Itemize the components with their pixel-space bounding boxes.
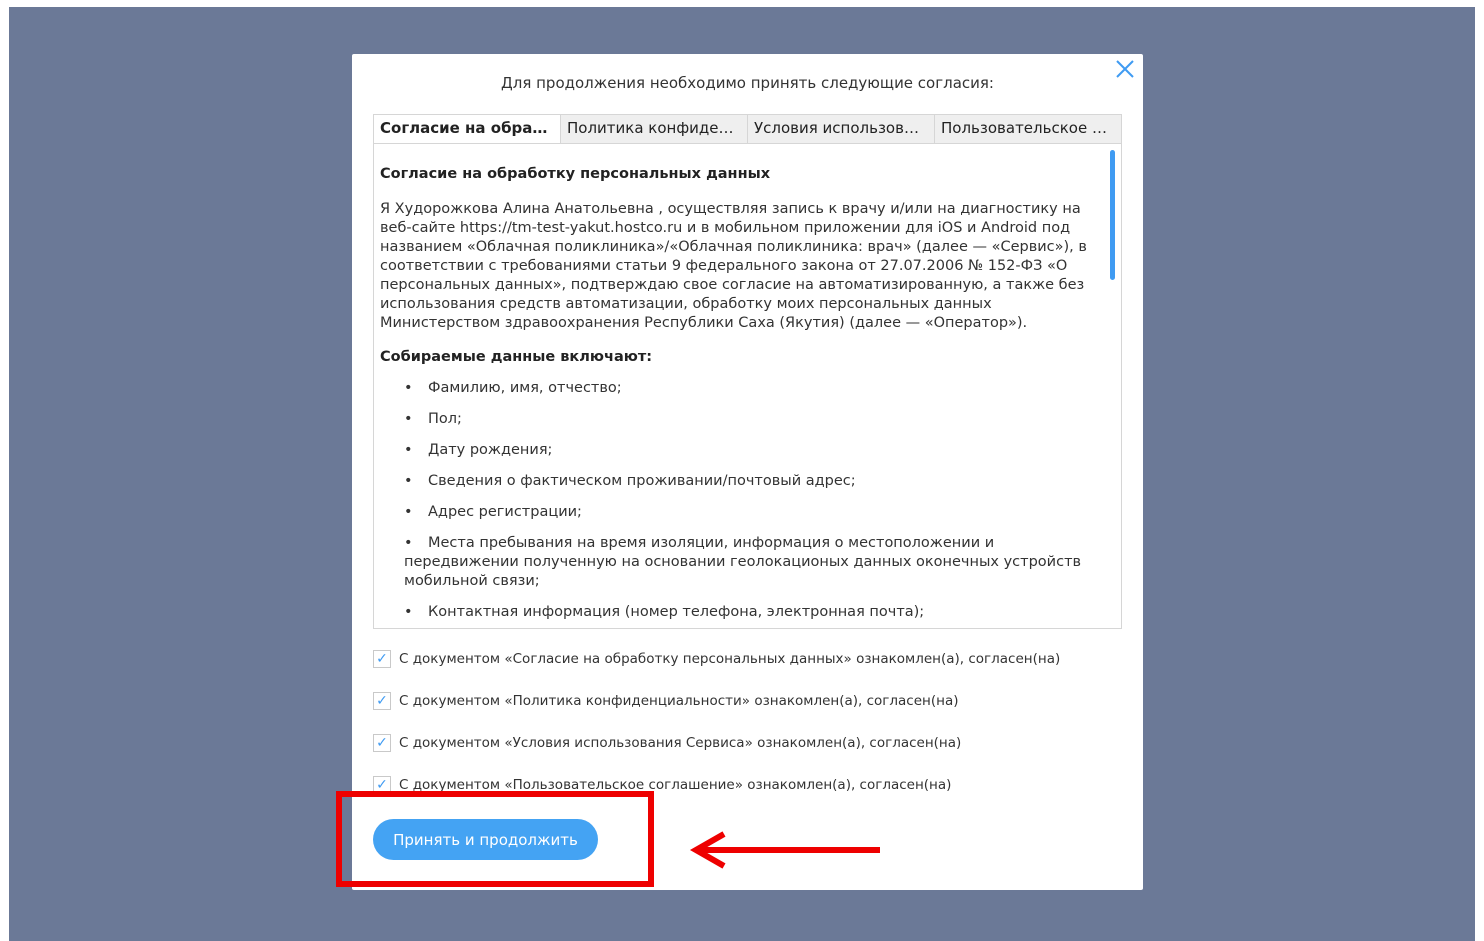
checkmark-icon: ✓ <box>376 693 388 709</box>
list-item: Контактная информация (номер телефона, э… <box>404 603 1111 622</box>
checkbox-terms-of-use[interactable]: ✓ <box>373 734 391 752</box>
list-item: Сведения о фактическом проживании/почтов… <box>404 472 1111 491</box>
list-item: Адрес регистрации; <box>404 503 1111 522</box>
list-item: Фамилию, имя, отчество; <box>404 379 1111 398</box>
tab-bar: Согласие на обработку персональных данны… <box>373 114 1122 143</box>
consent-modal: Для продолжения необходимо принять следу… <box>352 54 1143 890</box>
scrollbar-thumb[interactable] <box>1110 150 1115 280</box>
document-paragraph: Я Худорожкова Алина Анатольевна , осущес… <box>380 201 1087 331</box>
checkmark-icon: ✓ <box>376 651 388 667</box>
agreement-privacy-policy[interactable]: ✓ С документом «Политика конфиденциально… <box>373 692 959 710</box>
tab-privacy-policy[interactable]: Политика конфиденциальности <box>560 115 747 143</box>
arrow-left-icon <box>689 831 880 869</box>
agreement-personal-data[interactable]: ✓ С документом «Согласие на обработку пе… <box>373 650 1060 668</box>
tab-personal-data-consent[interactable]: Согласие на обработку персональных данны… <box>374 115 560 143</box>
agreement-terms-of-use[interactable]: ✓ С документом «Условия использования Се… <box>373 734 961 752</box>
collected-data-list: Фамилию, имя, отчество; Пол; Дату рожден… <box>380 379 1111 622</box>
modal-header: Для продолжения необходимо принять следу… <box>501 74 994 92</box>
agreement-label: С документом «Согласие на обработку перс… <box>399 651 1061 667</box>
tab-user-agreement[interactable]: Пользовательское соглашение <box>934 115 1121 143</box>
tab-terms-of-use[interactable]: Условия использования Сервиса <box>747 115 934 143</box>
annotation-highlight-box <box>336 791 654 887</box>
document-content[interactable]: Согласие на обработку персональных данны… <box>373 143 1122 629</box>
checkbox-privacy-policy[interactable]: ✓ <box>373 692 391 710</box>
checkmark-icon: ✓ <box>376 735 388 751</box>
collected-data-title: Собираемые данные включают: <box>380 349 653 365</box>
document-title: Согласие на обработку персональных данны… <box>380 166 771 182</box>
checkbox-personal-data[interactable]: ✓ <box>373 650 391 668</box>
list-item: Дату рождения; <box>404 441 1111 460</box>
list-item: Пол; <box>404 410 1111 429</box>
agreement-label: С документом «Политика конфиденциальност… <box>399 693 959 709</box>
list-item: Места пребывания на время изоляции, инфо… <box>404 534 1111 591</box>
agreement-label: С документом «Условия использования Серв… <box>399 735 962 751</box>
